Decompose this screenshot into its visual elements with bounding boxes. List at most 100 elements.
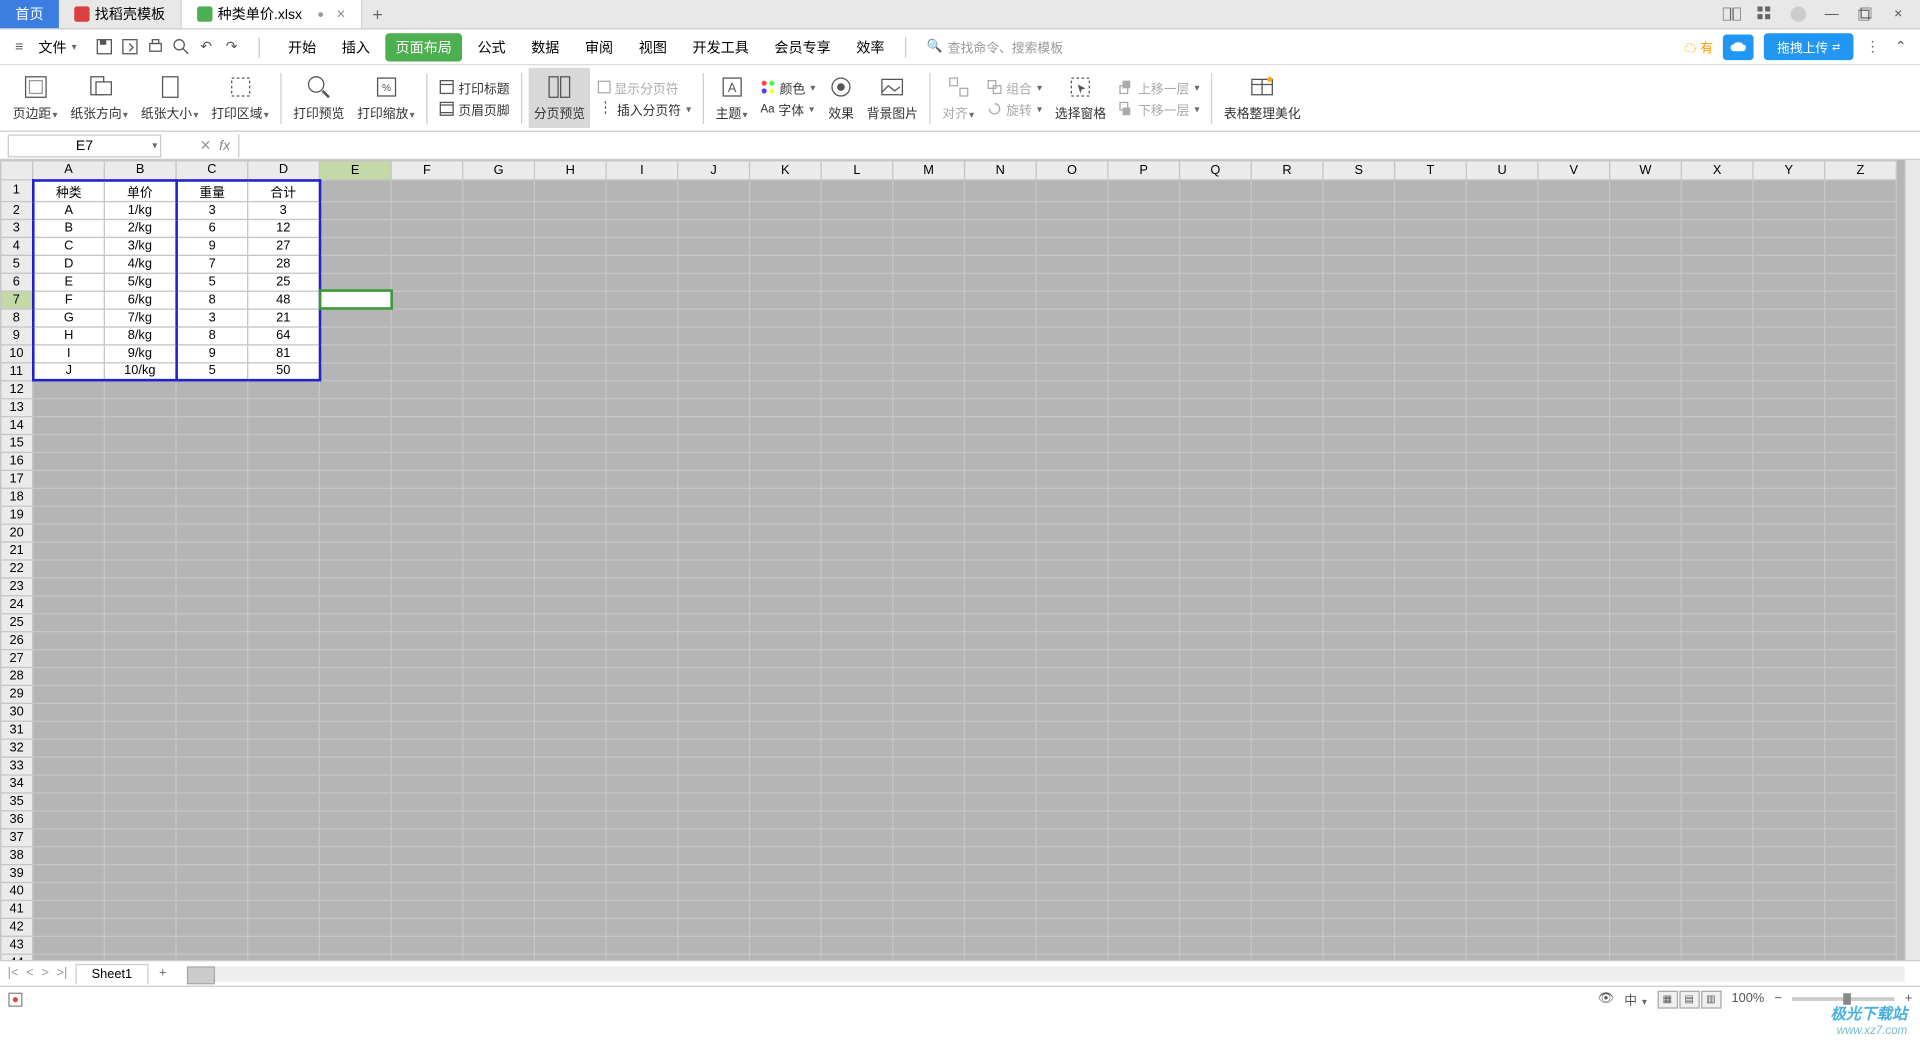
cell-R19[interactable] bbox=[1251, 506, 1323, 524]
cell-P11[interactable] bbox=[1108, 362, 1180, 380]
cell-R1[interactable] bbox=[1251, 180, 1323, 201]
cell-I8[interactable] bbox=[606, 308, 678, 326]
cell-G20[interactable] bbox=[463, 524, 535, 542]
cell-J14[interactable] bbox=[678, 416, 750, 434]
cell-Y22[interactable] bbox=[1753, 559, 1825, 577]
cell-K26[interactable] bbox=[749, 631, 821, 649]
cell-G10[interactable] bbox=[463, 344, 535, 362]
cell-C28[interactable] bbox=[176, 667, 248, 685]
cell-Z31[interactable] bbox=[1825, 721, 1897, 739]
eye-icon[interactable]: 👁 bbox=[1598, 992, 1614, 1006]
cell-P15[interactable] bbox=[1108, 434, 1180, 452]
cell-G16[interactable] bbox=[463, 452, 535, 470]
cell-L3[interactable] bbox=[821, 219, 893, 237]
cell-C32[interactable] bbox=[176, 739, 248, 757]
cell-W28[interactable] bbox=[1610, 667, 1682, 685]
cell-R13[interactable] bbox=[1251, 398, 1323, 416]
cell-N15[interactable] bbox=[964, 434, 1036, 452]
cell-J10[interactable] bbox=[678, 344, 750, 362]
cell-I18[interactable] bbox=[606, 488, 678, 506]
print-scale-button[interactable]: %打印缩放▾ bbox=[352, 68, 420, 128]
cell-C22[interactable] bbox=[176, 559, 248, 577]
row-header-8[interactable]: 8 bbox=[1, 308, 33, 326]
cell-I30[interactable] bbox=[606, 703, 678, 721]
cell-R4[interactable] bbox=[1251, 237, 1323, 255]
cell-Q33[interactable] bbox=[1180, 756, 1252, 774]
cell-W23[interactable] bbox=[1610, 577, 1682, 595]
cell-G33[interactable] bbox=[463, 756, 535, 774]
cell-Y29[interactable] bbox=[1753, 685, 1825, 703]
cell-H10[interactable] bbox=[534, 344, 606, 362]
lang-icon[interactable]: 中 ▾ bbox=[1624, 989, 1647, 1008]
cell-K24[interactable] bbox=[749, 595, 821, 613]
view-normal-button[interactable]: ▦ bbox=[1657, 990, 1677, 1008]
cell-I27[interactable] bbox=[606, 649, 678, 667]
cell-Z43[interactable] bbox=[1825, 936, 1897, 954]
cell-V5[interactable] bbox=[1538, 255, 1610, 273]
cell-L33[interactable] bbox=[821, 756, 893, 774]
cell-P26[interactable] bbox=[1108, 631, 1180, 649]
cell-C27[interactable] bbox=[176, 649, 248, 667]
menu-tab-4[interactable]: 数据 bbox=[521, 33, 570, 61]
cell-M36[interactable] bbox=[893, 810, 965, 828]
cell-F39[interactable] bbox=[391, 864, 463, 882]
cell-H36[interactable] bbox=[534, 810, 606, 828]
cell-O32[interactable] bbox=[1036, 739, 1108, 757]
cell-X3[interactable] bbox=[1681, 219, 1753, 237]
col-header-W[interactable]: W bbox=[1610, 161, 1682, 180]
cell-I15[interactable] bbox=[606, 434, 678, 452]
cell-R8[interactable] bbox=[1251, 308, 1323, 326]
cell-M12[interactable] bbox=[893, 380, 965, 398]
cell-V37[interactable] bbox=[1538, 828, 1610, 846]
cell-O10[interactable] bbox=[1036, 344, 1108, 362]
cell-F33[interactable] bbox=[391, 756, 463, 774]
cell-R22[interactable] bbox=[1251, 559, 1323, 577]
cell-O18[interactable] bbox=[1036, 488, 1108, 506]
cell-E10[interactable] bbox=[319, 344, 391, 362]
cell-E32[interactable] bbox=[319, 739, 391, 757]
cell-P6[interactable] bbox=[1108, 273, 1180, 291]
cell-N8[interactable] bbox=[964, 308, 1036, 326]
cell-M1[interactable] bbox=[893, 180, 965, 201]
cell-M18[interactable] bbox=[893, 488, 965, 506]
cell-U35[interactable] bbox=[1466, 792, 1538, 810]
cell-B13[interactable] bbox=[104, 398, 176, 416]
cell-Z15[interactable] bbox=[1825, 434, 1897, 452]
cell-S4[interactable] bbox=[1323, 237, 1395, 255]
cell-D29[interactable] bbox=[248, 685, 320, 703]
cell-B42[interactable] bbox=[104, 918, 176, 936]
horizontal-scrollbar[interactable] bbox=[187, 966, 1905, 981]
cell-Z1[interactable] bbox=[1825, 180, 1897, 201]
cell-I42[interactable] bbox=[606, 918, 678, 936]
cell-T19[interactable] bbox=[1395, 506, 1467, 524]
cell-U41[interactable] bbox=[1466, 900, 1538, 918]
cell-K43[interactable] bbox=[749, 936, 821, 954]
cell-D40[interactable] bbox=[248, 882, 320, 900]
cell-I29[interactable] bbox=[606, 685, 678, 703]
cell-U18[interactable] bbox=[1466, 488, 1538, 506]
cell-N33[interactable] bbox=[964, 756, 1036, 774]
cell-N32[interactable] bbox=[964, 739, 1036, 757]
cell-M28[interactable] bbox=[893, 667, 965, 685]
cell-T14[interactable] bbox=[1395, 416, 1467, 434]
cell-P17[interactable] bbox=[1108, 470, 1180, 488]
cell-Z34[interactable] bbox=[1825, 774, 1897, 792]
cell-I12[interactable] bbox=[606, 380, 678, 398]
cell-G24[interactable] bbox=[463, 595, 535, 613]
cell-A21[interactable] bbox=[33, 541, 105, 559]
cell-G36[interactable] bbox=[463, 810, 535, 828]
cell-J6[interactable] bbox=[678, 273, 750, 291]
cell-U31[interactable] bbox=[1466, 721, 1538, 739]
cell-O11[interactable] bbox=[1036, 362, 1108, 380]
cell-D36[interactable] bbox=[248, 810, 320, 828]
cell-J12[interactable] bbox=[678, 380, 750, 398]
cell-F3[interactable] bbox=[391, 219, 463, 237]
cell-T8[interactable] bbox=[1395, 308, 1467, 326]
cell-D34[interactable] bbox=[248, 774, 320, 792]
cell-G18[interactable] bbox=[463, 488, 535, 506]
col-header-D[interactable]: D bbox=[248, 161, 320, 180]
cell-R21[interactable] bbox=[1251, 541, 1323, 559]
cell-D22[interactable] bbox=[248, 559, 320, 577]
user-avatar-icon[interactable] bbox=[1787, 3, 1810, 26]
cell-Z40[interactable] bbox=[1825, 882, 1897, 900]
